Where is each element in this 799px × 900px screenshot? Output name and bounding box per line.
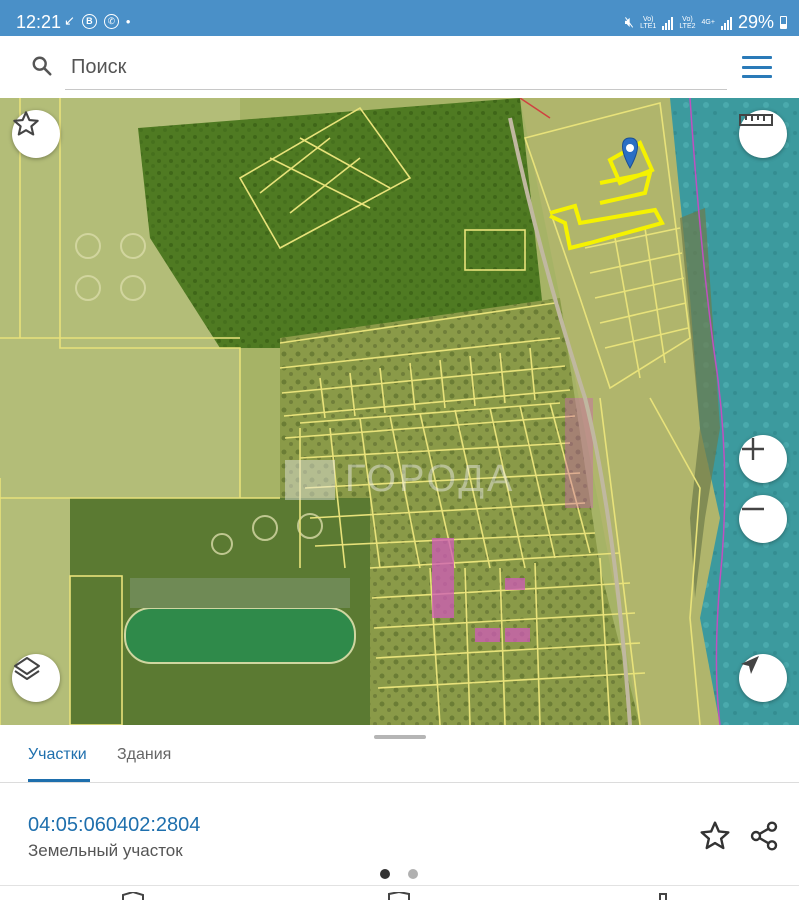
ruler-icon [739,114,773,126]
layers-icon [14,657,40,680]
star-icon [13,111,39,136]
signal-2-icon [720,16,732,30]
satellite-map[interactable] [0,98,799,725]
battery-percent: 29% [737,12,774,32]
share-icon[interactable] [748,820,780,852]
mute-icon: 🔇︎ [624,14,635,31]
pager-dots [380,869,418,879]
search-icon[interactable] [31,55,53,77]
watermark: ГОРОДА [285,458,515,501]
zoom-in-icon [742,438,764,460]
parcel-type: Земельный участок [28,841,183,860]
pager-dot-active[interactable] [380,869,390,879]
notification-icons: ↙ B ✆ • [64,13,130,29]
missed-call-icon: ↙ [64,13,75,28]
watermark-logo [285,459,335,500]
whatsapp-icon: ✆ [103,13,119,29]
measure-button[interactable] [739,110,787,158]
pager-dot[interactable] [408,869,418,879]
search-input[interactable] [65,46,727,90]
cadastral-number[interactable]: 04:05:060402:2804 [28,814,200,837]
star-icon[interactable] [699,820,731,852]
status-bar: 12:21 ↙ B ✆ • 🔇︎ Vo) LTE1 Vo) LTE2 4G+ 29% [0,0,799,36]
zoom-out-button[interactable] [739,495,787,543]
tab-buildings[interactable]: Здания [117,746,171,764]
sim1-label: Vo) LTE1 [640,15,657,30]
network-label: 4G+ [701,19,715,26]
tab-parcels[interactable]: Участки [28,746,87,764]
zoom-in-button[interactable] [739,435,787,483]
signal-1-icon [662,16,674,30]
nav-book-icon[interactable] [386,892,412,900]
menu-icon[interactable] [742,56,772,78]
reservoir [124,607,356,664]
bottom-nav-divider [0,885,799,886]
search-bar [5,40,794,94]
map-view[interactable]: ГОРОДА [0,98,799,725]
battery-icon [780,16,787,29]
nav-map-icon[interactable] [120,892,146,900]
nav-profile-icon[interactable] [652,892,678,900]
layers-button[interactable] [12,654,60,702]
favorites-button[interactable] [12,110,60,158]
watermark-text: ГОРОДА [345,458,516,500]
sim2-label: Vo) LTE2 [679,15,696,30]
my-location-button[interactable] [739,654,787,702]
reservoir-bank [130,578,350,608]
sheet-divider [0,782,799,783]
bottom-sheet: Участки Здания 04:05:060402:2804 Земельн… [0,725,799,900]
zoom-out-icon [742,507,764,511]
status-right: 🔇︎ Vo) LTE1 Vo) LTE2 4G+ 29% [625,12,787,33]
locate-icon [741,656,759,674]
sheet-drag-handle[interactable] [374,735,426,739]
vk-icon: B [81,13,97,29]
status-time: 12:21 [16,12,62,32]
more-notifications-icon: • [125,13,131,29]
